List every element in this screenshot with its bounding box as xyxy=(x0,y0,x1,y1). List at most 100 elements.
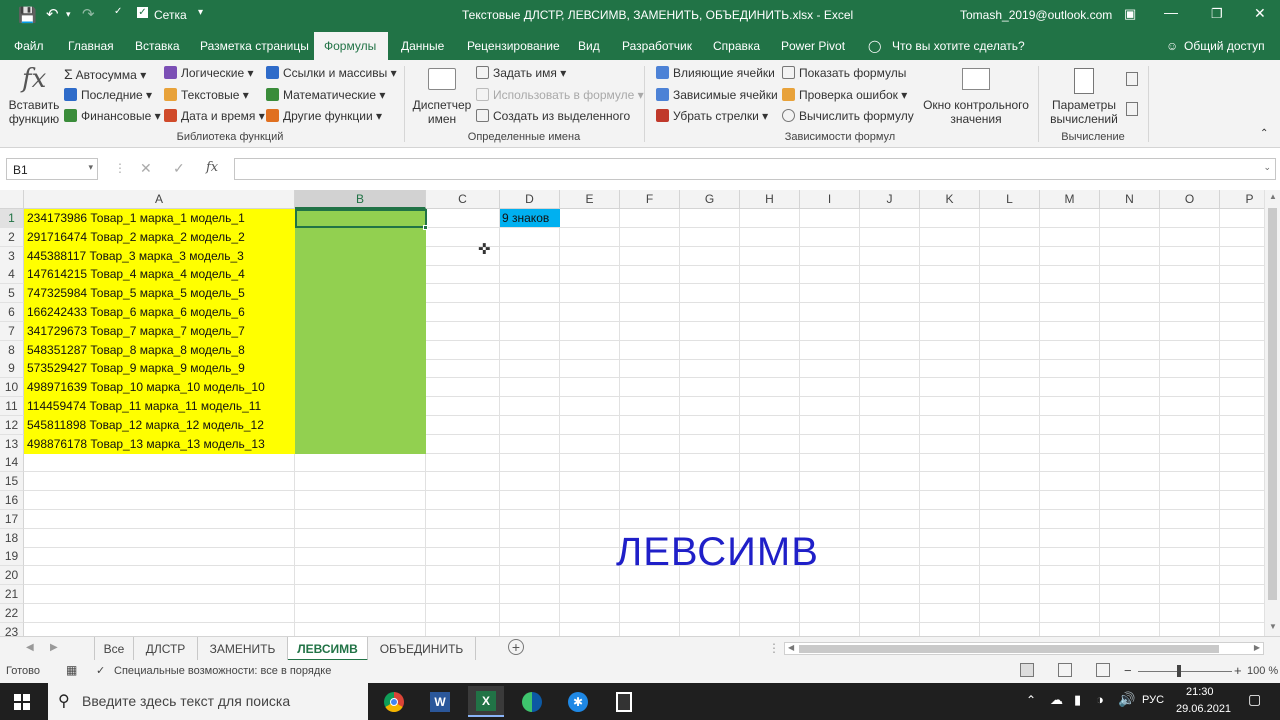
column-header-f[interactable]: F xyxy=(620,190,680,209)
row-header-10[interactable]: 10 xyxy=(0,378,24,398)
insert-function-button[interactable]: Вставить функцию xyxy=(6,98,62,126)
cell-b7[interactable] xyxy=(295,321,426,341)
column-header-m[interactable]: M xyxy=(1040,190,1100,209)
cell-b11[interactable] xyxy=(295,397,426,416)
column-header-i[interactable]: I xyxy=(800,190,860,209)
zoom-slider-track[interactable] xyxy=(1138,671,1232,672)
cell-b9[interactable] xyxy=(295,359,426,379)
function-icon[interactable]: fx xyxy=(22,64,46,94)
next-sheet-icon[interactable]: ▶ xyxy=(50,642,58,653)
calculation-options-button[interactable]: Параметры вычислений xyxy=(1044,98,1124,126)
calculate-now-icon[interactable] xyxy=(1126,72,1138,86)
row-header-19[interactable]: 19 xyxy=(0,547,24,567)
cell-b4[interactable] xyxy=(295,265,426,285)
scroll-up-icon[interactable]: ▲ xyxy=(1269,192,1277,201)
horizontal-scroll-thumb[interactable] xyxy=(799,645,1219,653)
row-header-15[interactable]: 15 xyxy=(0,472,24,492)
page-layout-view-icon[interactable] xyxy=(1058,663,1072,677)
wifi-icon[interactable]: ◑ xyxy=(1096,692,1104,707)
recent-button[interactable]: Последние ▾ xyxy=(64,88,152,102)
tab-developer[interactable]: Разработчик xyxy=(612,32,702,60)
row-header-7[interactable]: 7 xyxy=(0,321,24,341)
tab-page-layout[interactable]: Разметка страницы xyxy=(190,32,319,60)
zoom-level[interactable]: 100 % xyxy=(1247,665,1278,677)
column-header-d[interactable]: D xyxy=(500,190,560,209)
normal-view-icon[interactable] xyxy=(1020,663,1034,677)
cell-b2[interactable] xyxy=(295,227,426,247)
prev-sheet-icon[interactable]: ◀ xyxy=(26,642,34,653)
trace-precedents-button[interactable]: Влияющие ячейки xyxy=(656,66,775,80)
row-header-13[interactable]: 13 xyxy=(0,434,24,454)
formula-input[interactable]: ⌄ xyxy=(234,158,1276,180)
column-header-k[interactable]: K xyxy=(920,190,980,209)
media-app-icon[interactable] xyxy=(606,686,642,717)
sheet-tab-dlstr[interactable]: ДЛСТР xyxy=(134,637,198,661)
tab-help[interactable]: Справка xyxy=(703,32,770,60)
cell-b6[interactable] xyxy=(295,303,426,322)
insert-function-icon[interactable]: fx xyxy=(206,160,218,175)
other-functions-button[interactable]: Другие функции ▾ xyxy=(266,109,382,123)
evaluate-formula-button[interactable]: Вычислить формулу xyxy=(782,109,914,123)
financial-button[interactable]: Финансовые ▾ xyxy=(64,109,161,123)
volume-icon[interactable]: 🔊 xyxy=(1118,691,1135,708)
cell-b8[interactable] xyxy=(295,340,426,360)
cloud-icon[interactable]: ☁ xyxy=(1050,692,1063,708)
trace-dependents-button[interactable]: Зависимые ячейки xyxy=(656,88,778,102)
row-header-21[interactable]: 21 xyxy=(0,585,24,604)
row-header-14[interactable]: 14 xyxy=(0,453,24,473)
zoom-out-icon[interactable]: − xyxy=(1124,663,1132,678)
show-formulas-button[interactable]: Показать формулы xyxy=(782,66,906,80)
accessibility-icon[interactable]: ✓ xyxy=(96,664,105,677)
tell-me-search[interactable]: Что вы хотите сделать? xyxy=(882,32,1035,60)
spelling-icon[interactable]: ✓ xyxy=(114,6,122,17)
tab-data[interactable]: Данные xyxy=(391,32,454,60)
row-header-23[interactable]: 23 xyxy=(0,622,24,636)
name-box[interactable]: B1 ▾ xyxy=(6,158,98,180)
cell-a5[interactable]: 747325984 Товар_5 марка_5 модель_5 xyxy=(24,284,295,304)
cell-b12[interactable] xyxy=(295,415,426,435)
horizontal-scrollbar[interactable]: ◀ ▶ xyxy=(784,642,1264,655)
tab-home[interactable]: Главная xyxy=(58,32,124,60)
tray-overflow-icon[interactable]: ⌃ xyxy=(1026,693,1036,707)
cell-a2[interactable]: 291716474 Товар_2 марка_2 модель_2 xyxy=(24,227,295,247)
vertical-scroll-thumb[interactable] xyxy=(1268,208,1277,600)
cell-a1[interactable]: 234173986 Товар_1 марка_1 модель_1 xyxy=(24,209,295,228)
word-icon[interactable]: W xyxy=(422,686,458,717)
row-header-22[interactable]: 22 xyxy=(0,603,24,623)
clock-date[interactable]: 29.06.2021 xyxy=(1176,703,1231,715)
row-header-1[interactable]: 1 xyxy=(0,209,24,228)
account-name[interactable]: Tomash_2019@outlook.com xyxy=(960,8,1112,22)
tab-view[interactable]: Вид xyxy=(568,32,610,60)
excel-icon[interactable]: X xyxy=(468,686,504,717)
cell-d1-note[interactable]: 9 знаков xyxy=(500,209,560,227)
cell-b5[interactable] xyxy=(295,284,426,304)
scroll-right-icon[interactable]: ▶ xyxy=(1254,643,1260,652)
sheet-tab-concat[interactable]: ОБЪЕДИНИТЬ xyxy=(368,637,476,661)
column-header-c[interactable]: C xyxy=(426,190,500,209)
worksheet-grid[interactable]: ABCDEFGHIJKLMNOP 1 2 3 4 5 6 7 8 9 10 11 12 13 14 15 16… xyxy=(0,190,1280,636)
use-in-formula-button[interactable]: Использовать в формуле ▾ xyxy=(476,88,644,102)
text-button[interactable]: Текстовые ▾ xyxy=(164,88,249,102)
qat-customize-icon[interactable]: ▾ xyxy=(198,7,203,18)
name-box-dropdown-icon[interactable]: ▾ xyxy=(88,162,93,173)
cancel-icon[interactable]: ✕ xyxy=(140,160,152,177)
column-header-e[interactable]: E xyxy=(560,190,620,209)
scroll-left-icon[interactable]: ◀ xyxy=(788,643,794,652)
row-header-5[interactable]: 5 xyxy=(0,284,24,304)
grid-checkbox[interactable]: ✓ xyxy=(137,7,148,18)
cell-a7[interactable]: 341729673 Товар_7 марка_7 модель_7 xyxy=(24,321,295,341)
status-accessibility[interactable]: Специальные возможности: все в порядке xyxy=(114,665,331,677)
row-header-6[interactable]: 6 xyxy=(0,303,24,322)
windows-start-icon[interactable] xyxy=(4,686,40,717)
tab-formulas[interactable]: Формулы xyxy=(314,32,388,60)
row-header-17[interactable]: 17 xyxy=(0,509,24,529)
cell-a6[interactable]: 166242433 Товар_6 марка_6 модель_6 xyxy=(24,303,295,322)
cell-a9[interactable]: 573529427 Товар_9 марка_9 модель_9 xyxy=(24,359,295,379)
cell-a4[interactable]: 147614215 Товар_4 марка_4 модель_4 xyxy=(24,265,295,285)
remove-arrows-button[interactable]: Убрать стрелки ▾ xyxy=(656,109,768,123)
column-header-o[interactable]: O xyxy=(1160,190,1220,209)
name-manager-button[interactable]: Диспетчер имен xyxy=(410,98,474,126)
row-header-20[interactable]: 20 xyxy=(0,566,24,586)
define-name-button[interactable]: Задать имя ▾ xyxy=(476,66,566,80)
lookup-button[interactable]: Ссылки и массивы ▾ xyxy=(266,66,397,80)
